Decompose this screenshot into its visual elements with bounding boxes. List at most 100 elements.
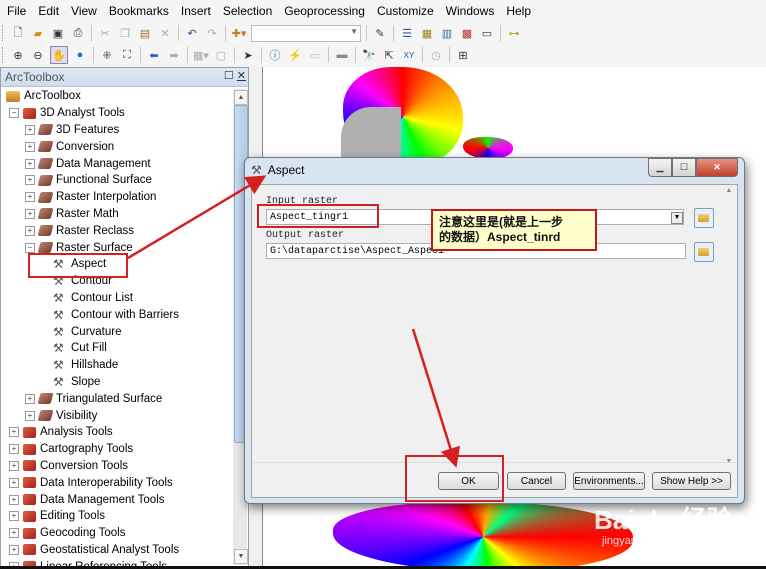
paste-icon[interactable]: ▤ (137, 25, 153, 41)
redo-icon[interactable]: ↷ (204, 25, 220, 41)
identify-icon[interactable]: ⓘ (267, 47, 283, 63)
copy-icon[interactable]: ❐ (117, 25, 133, 41)
tree-item-triangulated-surface[interactable]: + Triangulated Surface (1, 390, 230, 407)
menu-help[interactable]: Help (501, 4, 536, 18)
browse-input-button[interactable] (694, 208, 714, 228)
expand-icon[interactable]: + (25, 208, 35, 219)
toolbar-grip[interactable] (2, 47, 6, 63)
minimize-button[interactable]: ▁ (648, 158, 672, 177)
fixed-zoom-out-icon[interactable]: ⛶ (119, 47, 135, 63)
scroll-up-icon[interactable]: ▲ (723, 187, 735, 194)
tree-root[interactable]: ArcToolbox (1, 88, 230, 105)
print-icon[interactable]: ⎙ (70, 25, 86, 41)
expand-icon[interactable]: + (25, 192, 35, 203)
pan-icon[interactable]: ✋ (50, 46, 68, 64)
scroll-up-icon[interactable]: ▲ (234, 90, 248, 105)
expand-icon[interactable]: + (25, 175, 35, 186)
dialog-title-bar[interactable]: ⚒ Aspect ▁ ☐ ✕ (245, 158, 744, 182)
menu-geoprocessing[interactable]: Geoprocessing (279, 4, 370, 18)
tree-item-slope[interactable]: ⚒ Slope (1, 374, 230, 391)
expand-icon[interactable]: + (9, 511, 19, 522)
expand-icon[interactable]: + (25, 158, 35, 169)
add-data-icon[interactable]: ✚▾ (231, 25, 247, 41)
python-window-icon[interactable]: ▭ (479, 25, 495, 41)
expand-icon[interactable]: + (9, 477, 19, 488)
tree-item-contour-list[interactable]: ⚒ Contour List (1, 290, 230, 307)
menu-view[interactable]: View (66, 4, 102, 18)
tree-item-hillshade[interactable]: ⚒ Hillshade (1, 357, 230, 374)
menu-windows[interactable]: Windows (441, 4, 500, 18)
toolbar-grip[interactable] (2, 25, 6, 41)
tree-item-data-management[interactable]: + Data Management (1, 155, 230, 172)
save-icon[interactable]: ▣ (50, 25, 66, 41)
table-of-contents-icon[interactable]: ☰ (399, 25, 415, 41)
menu-insert[interactable]: Insert (176, 4, 216, 18)
delete-icon[interactable]: ✕ (157, 25, 173, 41)
scroll-down-icon[interactable]: ▼ (234, 549, 248, 564)
expand-icon[interactable]: + (25, 141, 35, 152)
menu-selection[interactable]: Selection (218, 4, 277, 18)
tree-item-functional-surface[interactable]: + Functional Surface (1, 172, 230, 189)
environments-button[interactable]: Environments... (573, 472, 645, 490)
expand-icon[interactable]: + (9, 427, 19, 438)
model-builder-icon[interactable]: ⊶ (506, 25, 522, 41)
maximize-button[interactable]: ☐ (672, 158, 696, 177)
dialog-scrollbar[interactable]: ▲ ▼ (723, 187, 735, 465)
cancel-button[interactable]: Cancel (507, 472, 566, 490)
expand-icon[interactable]: + (25, 410, 35, 421)
undo-icon[interactable]: ↶ (184, 25, 200, 41)
tree-item-raster-reclass[interactable]: + Raster Reclass (1, 222, 230, 239)
collapse-icon[interactable]: − (9, 108, 19, 119)
tree-item-raster-interpolation[interactable]: + Raster Interpolation (1, 189, 230, 206)
open-folder-icon[interactable]: ▰ (30, 25, 46, 41)
tree-item-geostatistical-analyst-tools[interactable]: + Geostatistical Analyst Tools (1, 542, 230, 559)
close-button[interactable]: ✕ (696, 158, 738, 177)
measure-icon[interactable]: ▬ (334, 47, 350, 63)
tree-item-cut-fill[interactable]: ⚒ Cut Fill (1, 340, 230, 357)
tree-item-data-interoperability-tools[interactable]: + Data Interoperability Tools (1, 474, 230, 491)
tree-item-visibility[interactable]: + Visibility (1, 407, 230, 424)
menu-bookmarks[interactable]: Bookmarks (104, 4, 174, 18)
html-popup-icon[interactable]: ▭ (307, 47, 323, 63)
tree-item-analysis-tools[interactable]: + Analysis Tools (1, 424, 230, 441)
expand-icon[interactable]: + (9, 444, 19, 455)
catalog-icon[interactable]: ▦ (419, 25, 435, 41)
tree-item-3d-analyst-tools[interactable]: − 3D Analyst Tools (1, 105, 230, 122)
tree-item-cartography-tools[interactable]: + Cartography Tools (1, 441, 230, 458)
expand-icon[interactable]: + (25, 124, 35, 135)
tree-item-raster-math[interactable]: + Raster Math (1, 206, 230, 223)
expand-icon[interactable]: + (25, 225, 35, 236)
expand-icon[interactable]: + (9, 544, 19, 555)
zoom-in-icon[interactable]: ⊕ (10, 47, 26, 63)
expand-icon[interactable]: + (9, 460, 19, 471)
menu-file[interactable]: File (2, 4, 31, 18)
back-icon[interactable]: ⬅ (146, 47, 162, 63)
browse-output-button[interactable] (694, 242, 714, 262)
tree-item-curvature[interactable]: ⚒ Curvature (1, 323, 230, 340)
route-icon[interactable]: ⇱ (381, 47, 397, 63)
fixed-zoom-in-icon[interactable]: ⁜ (99, 47, 115, 63)
time-slider-icon[interactable]: ◷ (428, 47, 444, 63)
close-icon[interactable]: ✕ (237, 70, 246, 82)
full-extent-icon[interactable]: ● (72, 47, 88, 63)
menu-edit[interactable]: Edit (33, 4, 64, 18)
tree-item-editing-tools[interactable]: + Editing Tools (1, 508, 230, 525)
tree-item-contour-with-barriers[interactable]: ⚒ Contour with Barriers (1, 306, 230, 323)
show-help-button[interactable]: Show Help >> (652, 472, 731, 490)
expand-icon[interactable]: + (9, 528, 19, 539)
zoom-out-icon[interactable]: ⊖ (30, 47, 46, 63)
select-elements-icon[interactable]: ➤ (240, 47, 256, 63)
arctoolbox-icon[interactable]: ▩ (459, 25, 475, 41)
expand-icon[interactable]: + (25, 393, 35, 404)
maximize-icon[interactable]: ☐ (224, 70, 234, 82)
chevron-down-icon[interactable]: ▼ (671, 212, 683, 224)
create-viewer-icon[interactable]: ⊞ (455, 47, 471, 63)
tree-item-geocoding-tools[interactable]: + Geocoding Tools (1, 525, 230, 542)
select-features-icon[interactable]: ▦▾ (193, 47, 209, 63)
expand-icon[interactable]: + (9, 494, 19, 505)
clear-selection-icon[interactable]: ▢ (213, 47, 229, 63)
tree-item-data-management-tools[interactable]: + Data Management Tools (1, 491, 230, 508)
new-document-icon[interactable]: 🗋 (10, 25, 26, 41)
forward-icon[interactable]: ➡ (166, 47, 182, 63)
find-icon[interactable]: 🔭 (361, 47, 377, 63)
